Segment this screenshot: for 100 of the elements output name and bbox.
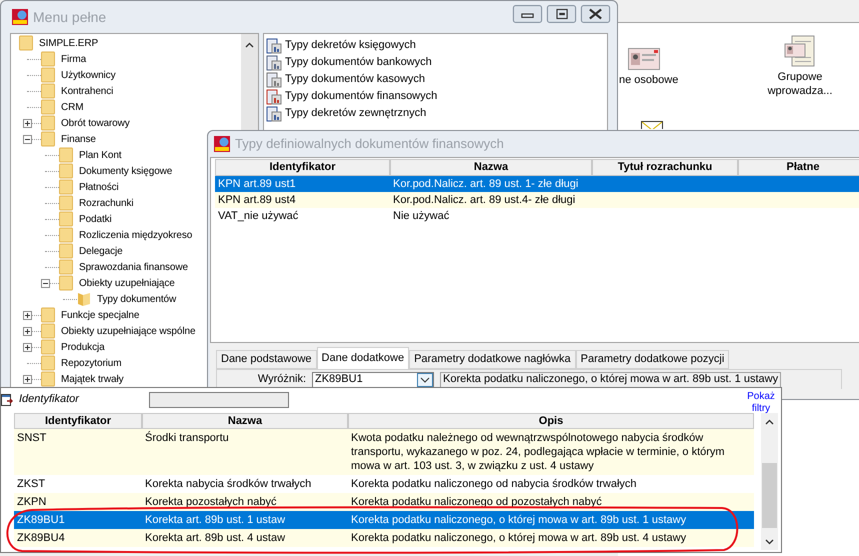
tree-item[interactable]: CRM	[61, 100, 84, 114]
description-field: Korekta podatku naliczonego, o której mowa w art. 89b ust. 1 ustawy	[440, 372, 782, 388]
table-cell-text: ZK89BU4	[16, 531, 66, 545]
minimize-button[interactable]	[512, 5, 543, 23]
id-cards-icon[interactable]	[784, 35, 816, 67]
table-cell-text: Kwota podatku należnego od wewnątrzwspólnotowego nabycia środków transportu, wykazanego w poz. 24, podlegająca wpłacie w terminie, o którym mowa w art. 103 ust. 3, w związku z ust. 4 ustawy	[350, 431, 726, 473]
table-cell-text: Nie używać	[392, 208, 450, 224]
expand-icon[interactable]	[23, 118, 32, 128]
list-item[interactable]: Typy dokumentów kasowych	[285, 71, 426, 88]
document-icon	[266, 106, 282, 122]
tree-item[interactable]: Firma	[61, 52, 86, 66]
tab[interactable]: Parametry dodatkowe pozycji	[576, 350, 730, 369]
tree-item[interactable]: Funkcje specjalne	[61, 308, 140, 322]
tree-item[interactable]: Plan Kont	[79, 148, 122, 162]
app-icon	[12, 9, 28, 25]
table-row[interactable]	[14, 429, 754, 475]
table-cell-text: ZK89BU1	[16, 513, 66, 527]
tab[interactable]: Dane dodatkowe	[316, 347, 410, 369]
table-row[interactable]: KPN art.89 ust1 Kor.pod.Nalicz. art. 89 ust. 1- złe długi	[215, 176, 859, 192]
tree-item[interactable]: Finanse	[61, 132, 96, 146]
tree-item[interactable]: Rozliczenia międzyokreso	[79, 228, 192, 242]
filter-field[interactable]	[149, 392, 289, 408]
expand-icon[interactable]	[23, 374, 32, 384]
document-icon	[266, 88, 282, 104]
tree-item[interactable]: Repozytorium	[61, 356, 122, 370]
collapse-icon[interactable]	[41, 278, 50, 288]
list-item[interactable]: Typy dekretów księgowych	[285, 37, 416, 54]
tree-item[interactable]: Obiekty uzupełniające	[79, 276, 175, 290]
scrollbar[interactable]	[761, 413, 778, 550]
scroll-down-icon[interactable]	[765, 539, 774, 545]
table-cell-text: Kor.pod.Nalicz. art. 89 ust. 1- złe długi	[392, 176, 580, 192]
combo-box[interactable]: ZK89BU1	[312, 372, 434, 388]
close-button[interactable]	[580, 5, 611, 23]
tree-item[interactable]: Sprawozdania finansowe	[79, 260, 188, 274]
tree-item[interactable]: SIMPLE.ERP	[39, 36, 98, 50]
table-cell-text: Korekta podatku naliczonego od nabycia środków trwałych	[350, 477, 638, 491]
table-row[interactable]: KPN art.89 ust4 Kor.pod.Nalicz. art. 89 ust.4- złe długi	[215, 192, 859, 208]
table-cell-text: Środki transportu	[144, 431, 230, 446]
tree-item[interactable]: Rozrachunki	[79, 196, 134, 210]
tab[interactable]: Dane podstawowe	[216, 350, 317, 369]
list-item[interactable]: Typy dokumentów bankowych	[285, 54, 432, 71]
column-header[interactable]: Nazwa	[390, 159, 592, 176]
scroll-up-icon[interactable]	[245, 42, 254, 48]
column-header[interactable]: Opis	[348, 413, 754, 429]
document-icon	[266, 38, 282, 54]
list-item[interactable]: Typy dokumentów finansowych	[285, 88, 438, 105]
tree-item[interactable]: Użytkownicy	[61, 68, 116, 82]
tree-item[interactable]: Majątek trwały	[61, 372, 124, 386]
table-cell-text: Korekta art. 89b ust. 1 ustaw	[144, 513, 286, 527]
document-icon	[266, 54, 282, 70]
column-header[interactable]: Nazwa	[142, 413, 348, 429]
table-cell-text: KPN art.89 ust4	[217, 192, 297, 208]
expand-icon[interactable]	[23, 326, 32, 336]
table-row[interactable]: ZK89BU1 Korekta art. 89b ust. 1 ustaw Korekta podatku naliczonego, o której mowa w art. 89b ust. 1 ustawy	[14, 511, 754, 529]
table-cell-text: Korekta podatku naliczonego, o której mowa w art. 89b ust. 1 ustawy	[350, 513, 688, 527]
table-cell-text: ZKPN	[16, 495, 48, 509]
table-row[interactable]: ZK89BU4 Korekta art. 89b ust. 4 ustaw Korekta podatku naliczonego, o której mowa w art. 89b ust. 4 ustawy	[14, 529, 754, 547]
window-title: Typy definiowalnych dokumentów finansowych	[235, 135, 504, 154]
column-header[interactable]: Identyfikator	[215, 159, 390, 176]
table-cell-text: Korekta pozostałych nabyć	[144, 495, 278, 509]
tree-item[interactable]: Produkcja	[61, 340, 105, 354]
table-cell-text: VAT_nie używać	[217, 208, 300, 224]
tree-item[interactable]: Obiekty uzupełniające wspólne	[61, 324, 196, 338]
table-cell-text: KPN art.89 ust1	[217, 176, 297, 192]
table-cell-text: Korekta art. 89b ust. 4 ustaw	[144, 531, 286, 545]
shortcut-label[interactable]: Grupowe wprowadza...	[758, 70, 842, 98]
column-header[interactable]: Tytuł rozrachunku	[592, 159, 738, 176]
field-label: Wyróżnik:	[256, 372, 307, 388]
id-card-icon[interactable]	[628, 48, 660, 70]
scroll-thumb[interactable]	[762, 463, 777, 528]
expand-icon[interactable]	[23, 342, 32, 352]
table-cell-text: Korekta podatku naliczonego, o której mowa w art. 89b ust. 4 ustawy	[350, 531, 688, 545]
maximize-button[interactable]	[546, 5, 577, 23]
expand-icon[interactable]	[23, 310, 32, 320]
tree-item[interactable]: Delegacje	[79, 244, 123, 258]
document-icon	[266, 72, 282, 88]
show-filters-link[interactable]: Pokaż filtry	[744, 391, 778, 415]
table-cell-text: SNST	[16, 431, 48, 446]
tree-item[interactable]: Typy dokumentów	[97, 292, 176, 306]
window-title: Menu pełne	[33, 8, 106, 27]
table-cell-text: ZKST	[16, 477, 46, 491]
app-icon	[214, 136, 230, 152]
table-cell-text: Kor.pod.Nalicz. art. 89 ust.4- złe długi	[392, 192, 576, 208]
filter-label: Identyfikator	[19, 392, 80, 407]
table-cell-text: Korekta podatku naliczonego od pozostałych nabyć	[350, 495, 603, 509]
column-header[interactable]: Identyfikator	[14, 413, 142, 429]
tree-item[interactable]: Płatności	[79, 180, 119, 194]
scroll-up-icon[interactable]	[765, 419, 774, 425]
shortcut-label[interactable]: ne osobowe	[619, 74, 678, 87]
tab[interactable]: Parametry dodatkowe nagłówka	[409, 350, 576, 369]
column-header[interactable]: Płatne	[738, 159, 859, 176]
filter-icon[interactable]	[1, 393, 13, 407]
tree-item[interactable]: Dokumenty księgowe	[79, 164, 172, 178]
envelope-icon[interactable]	[641, 121, 663, 129]
tree-item[interactable]: Obrót towarowy	[61, 116, 130, 130]
list-item[interactable]: Typy dekretów zewnętrznych	[285, 105, 426, 122]
tree-item[interactable]: Podatki	[79, 212, 112, 226]
tree-item[interactable]: Kontrahenci	[61, 84, 114, 98]
collapse-icon[interactable]	[23, 134, 32, 144]
table-cell-text: Korekta nabycia środków trwałych	[144, 477, 312, 491]
